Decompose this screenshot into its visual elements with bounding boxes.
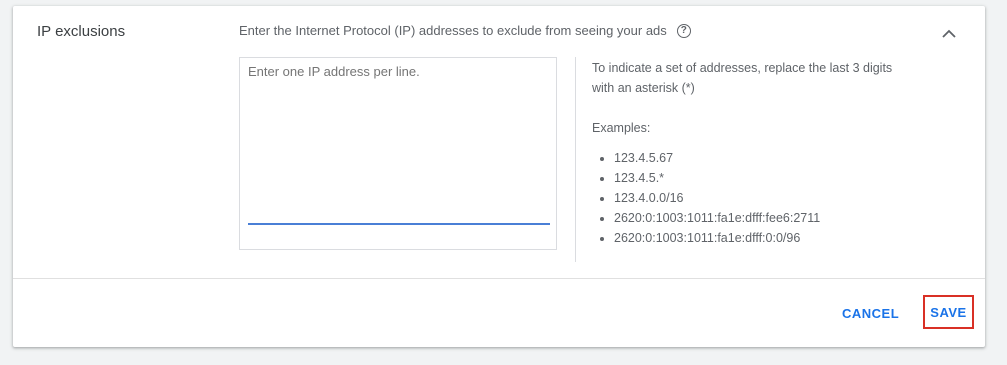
example-item: 123.4.5.*	[614, 168, 922, 188]
help-panel: To indicate a set of addresses, replace …	[592, 58, 922, 248]
help-icon[interactable]: ?	[676, 23, 691, 38]
example-item: 123.4.5.67	[614, 148, 922, 168]
cancel-button[interactable]: CANCEL	[842, 306, 899, 321]
chevron-up-icon[interactable]	[937, 24, 961, 44]
ip-address-field-container	[239, 57, 557, 250]
vertical-divider	[575, 57, 576, 262]
section-title: IP exclusions	[37, 23, 126, 40]
instruction-text-line-1: To indicate a set of addresses, replace …	[592, 61, 893, 75]
footer-divider	[13, 278, 985, 279]
examples-list: 123.4.5.67 123.4.5.* 123.4.0.0/16 2620:0…	[592, 148, 922, 248]
instruction-text-line-2: with an asterisk (*)	[592, 81, 695, 95]
example-item: 123.4.0.0/16	[614, 188, 922, 208]
ip-exclusions-card: IP exclusions Enter the Internet Protoco…	[13, 6, 985, 347]
description-text: Enter the Internet Protocol (IP) address…	[239, 23, 667, 38]
save-button[interactable]: SAVE	[923, 295, 974, 329]
input-focus-underline	[248, 223, 550, 225]
example-item: 2620:0:1003:1011:fa1e:dfff:0:0/96	[614, 228, 922, 248]
examples-label: Examples:	[592, 121, 651, 135]
section-description: Enter the Internet Protocol (IP) address…	[239, 23, 691, 38]
ip-address-input[interactable]	[248, 64, 548, 222]
example-item: 2620:0:1003:1011:fa1e:dfff:fee6:2711	[614, 208, 922, 228]
